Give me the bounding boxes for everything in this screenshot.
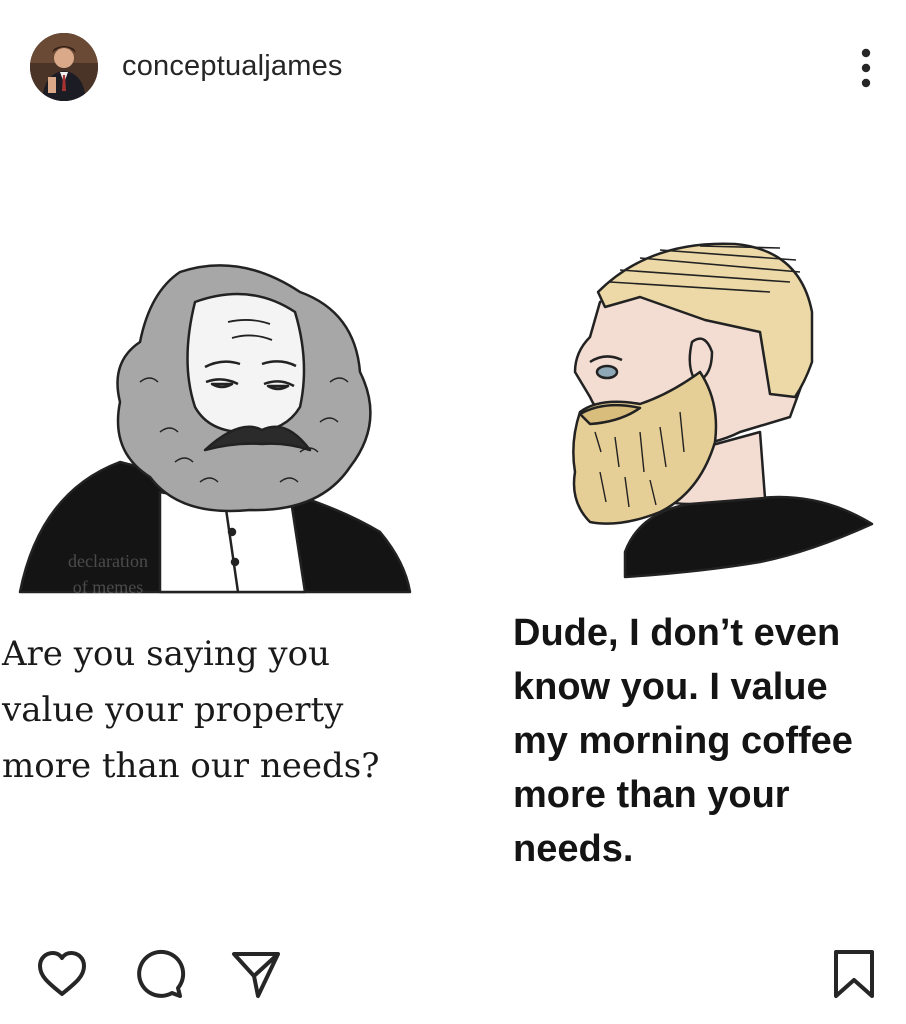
image-watermark: declaration of memes: [68, 551, 148, 597]
comment-icon[interactable]: [130, 946, 186, 1002]
post-image[interactable]: declaration of memes Are you saying you …: [0, 132, 906, 902]
left-figure: [18, 264, 412, 594]
right-figure: [572, 242, 874, 579]
post-header: conceptualjames: [0, 0, 906, 132]
avatar[interactable]: [30, 33, 98, 101]
profile-photo: [30, 33, 98, 101]
meme-left-caption: Are you saying you value your property m…: [2, 634, 380, 786]
heart-icon[interactable]: [34, 946, 90, 1002]
bookmark-icon[interactable]: [826, 946, 882, 1002]
post-action-bar: [0, 930, 906, 1020]
meme-right-caption: Dude, I don’t even know you. I value my …: [513, 612, 853, 870]
more-options-icon[interactable]: [848, 44, 884, 92]
send-icon[interactable]: [228, 946, 284, 1002]
username-link[interactable]: conceptualjames: [122, 50, 343, 83]
